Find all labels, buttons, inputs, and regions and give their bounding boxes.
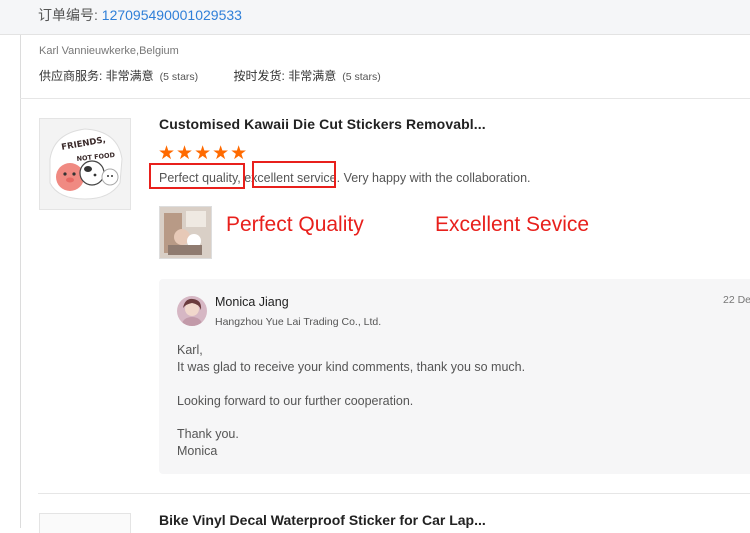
reply-line: Karl, (177, 343, 203, 357)
reply-author-name: Monica Jiang (215, 295, 289, 309)
annotation-excellent-service: Excellent Sevice (435, 213, 590, 236)
sticker-image-icon: FRIENDS, NOT FOOD (40, 119, 130, 209)
photo-image-icon (160, 207, 211, 258)
supplier-service-rating: 供应商服务: 非常满意 (5 stars) (39, 67, 198, 84)
on-time-shipment-rating: 按时发货: 非常满意 (5 stars) (234, 67, 381, 84)
ratings-row: 供应商服务: 非常满意 (5 stars) 按时发货: 非常满意 (5 stars) (39, 67, 381, 84)
order-number-label: 订单编号: (38, 7, 102, 23)
divider (38, 493, 750, 494)
rating-label: 按时发货: 非常满意 (233, 69, 337, 83)
order-number-link[interactable]: 127095490001029533 (102, 7, 242, 23)
left-border (20, 0, 21, 528)
reply-line: Looking forward to our further cooperati… (177, 394, 414, 408)
highlight-box-quality (149, 163, 245, 189)
reply-date: 22 De (723, 294, 750, 306)
rating-label: 供应商服务: 非常满意 (39, 69, 154, 83)
rating-stars-text: (5 stars) (342, 71, 381, 83)
product-title[interactable]: Customised Kawaii Die Cut Stickers Remov… (159, 116, 486, 132)
star-rating: ★★★★★ (158, 143, 249, 164)
annotation-perfect-quality: Perfect Quality (226, 213, 364, 236)
order-number: 订单编号: 127095490001029533 (38, 5, 242, 25)
order-header: 订单编号: 127095490001029533 (0, 0, 750, 35)
reply-company: Hangzhou Yue Lai Trading Co., Ltd. (215, 316, 382, 328)
reviewer-name: Karl Vannieuwkerke,Belgium (39, 45, 179, 57)
reply-line: It was glad to receive your kind comment… (177, 360, 526, 374)
divider (20, 98, 750, 99)
reply-line: Monica (177, 444, 218, 458)
product-title[interactable]: Bike Vinyl Decal Waterproof Sticker for … (159, 512, 486, 528)
highlight-box-service (252, 161, 336, 188)
product-thumbnail[interactable]: FRIENDS, NOT FOOD (39, 118, 131, 210)
user-avatar-icon (177, 296, 207, 326)
rating-stars-text: (5 stars) (159, 71, 199, 83)
reply-line: Thank you. (177, 427, 239, 441)
review-photo[interactable] (159, 206, 212, 259)
avatar (177, 296, 207, 326)
product-thumbnail[interactable] (39, 513, 131, 533)
